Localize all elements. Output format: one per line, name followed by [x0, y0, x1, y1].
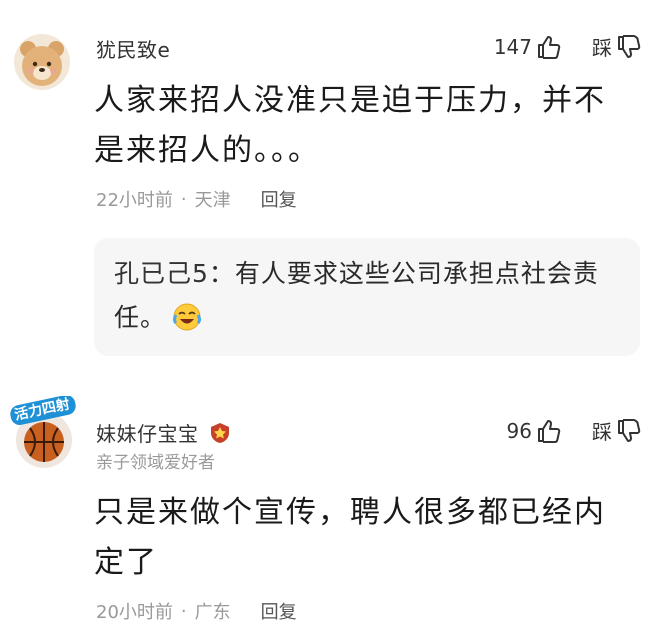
dislike-button[interactable]: 踩 — [592, 416, 642, 445]
dislike-button[interactable]: 踩 — [592, 32, 642, 61]
dislike-label: 踩 — [592, 36, 612, 60]
reply-colon: ： — [208, 259, 235, 288]
reply-content: 孔已己5：有人要求这些公司承担点社会责任。 — [114, 252, 614, 340]
comment-actions: 147 踩 — [494, 32, 642, 61]
comment-location: 天津 — [194, 190, 231, 211]
comment-text: 只是来做个宣传，聘人很多都已经内定了 — [94, 495, 606, 580]
thumbs-down-icon — [616, 418, 642, 444]
thumbs-up-icon — [536, 418, 562, 444]
username[interactable]: 妹妹仔宝宝 — [96, 418, 231, 447]
like-count: 147 — [493, 34, 532, 59]
laugh-cry-emoji-icon — [172, 302, 202, 332]
bear-avatar-icon[interactable] — [14, 34, 70, 90]
dislike-label: 踩 — [592, 420, 612, 444]
username[interactable]: 犹民致e — [96, 34, 170, 63]
thumbs-up-icon — [536, 34, 562, 60]
comment-time: 20小时前 — [96, 602, 173, 623]
comment-actions: 96 踩 — [507, 416, 642, 445]
like-button[interactable]: 147 — [494, 34, 562, 60]
reply-author[interactable]: 孔已己5 — [114, 259, 209, 288]
reply-button[interactable]: 回复 — [261, 598, 297, 624]
creator-badge-icon — [209, 422, 231, 444]
meta-separator: · — [180, 600, 187, 622]
username-text: 妹妹仔宝宝 — [96, 422, 199, 446]
like-button[interactable]: 96 — [507, 418, 562, 444]
like-count: 96 — [506, 418, 532, 443]
comment-text: 人家来招人没准只是迫于压力，并不是来招人的。。。 — [94, 83, 606, 168]
reply-button[interactable]: 回复 — [261, 186, 297, 212]
thumbs-down-icon — [616, 34, 642, 60]
meta-separator: · — [180, 188, 187, 210]
user-tagline: 亲子领域爱好者 — [96, 453, 215, 473]
comment-meta: 22小时前 · 天津 回复 — [96, 186, 297, 212]
reply-preview[interactable]: 孔已己5：有人要求这些公司承担点社会责任。 — [94, 238, 640, 356]
comment-time: 22小时前 — [96, 190, 173, 211]
comment-meta: 20小时前 · 广东 回复 — [96, 598, 297, 624]
comment-location: 广东 — [194, 602, 231, 623]
basketball-avatar-icon[interactable]: 活力四射 — [8, 396, 78, 468]
